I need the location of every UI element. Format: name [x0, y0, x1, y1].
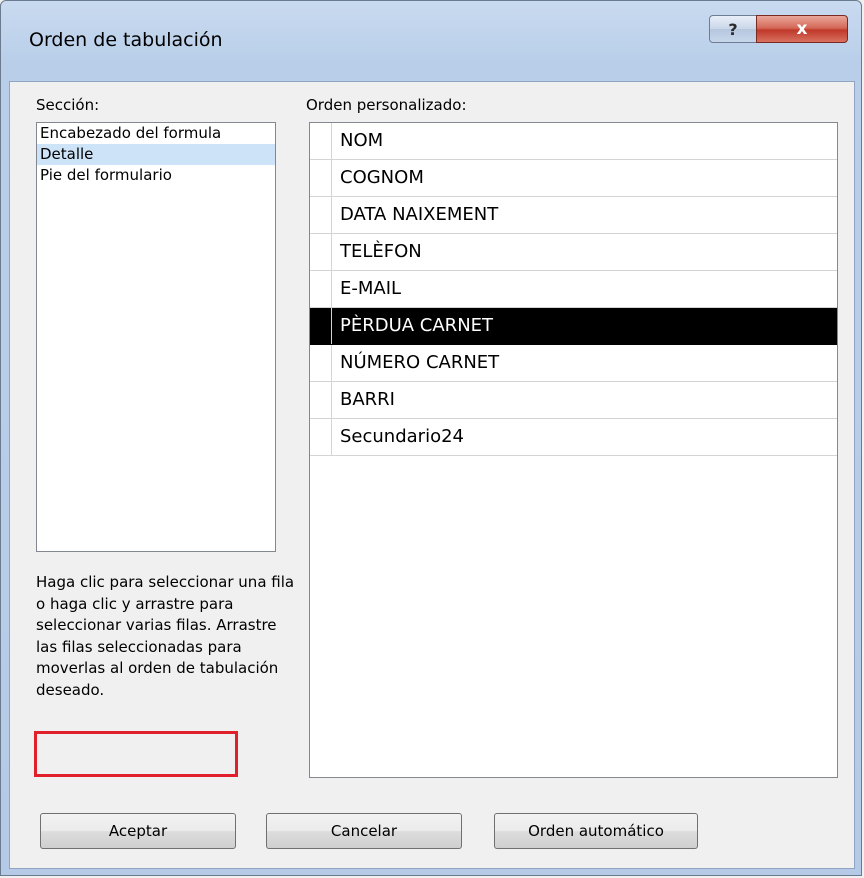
accept-highlight-box	[34, 731, 238, 777]
accept-button[interactable]: Aceptar	[40, 813, 236, 849]
row-selector[interactable]	[310, 197, 332, 233]
help-button[interactable]: ?	[709, 15, 757, 43]
custom-order-label: Orden personalizado:	[306, 96, 467, 114]
order-row-label: NOM	[340, 130, 384, 151]
order-row-label: COGNOM	[340, 167, 424, 188]
order-row-label: TELÈFON	[340, 241, 422, 262]
cancel-button[interactable]: Cancelar	[266, 813, 462, 849]
order-row[interactable]: E-MAIL	[310, 271, 837, 308]
row-selector[interactable]	[310, 234, 332, 270]
order-row-label: E-MAIL	[340, 278, 402, 299]
section-item[interactable]: Pie del formulario	[37, 165, 275, 186]
help-text: Haga clic para seleccionar una fila o ha…	[36, 573, 295, 699]
order-row[interactable]: TELÈFON	[310, 234, 837, 271]
row-selector[interactable]	[310, 345, 332, 381]
order-row[interactable]: Secundario24	[310, 419, 837, 456]
section-item[interactable]: Encabezado del formula	[37, 123, 275, 144]
row-selector[interactable]	[310, 123, 332, 159]
row-selector[interactable]	[310, 382, 332, 418]
row-selector[interactable]	[310, 419, 332, 455]
auto-order-button[interactable]: Orden automático	[494, 813, 698, 849]
dialog-title: Orden de tabulación	[29, 29, 223, 51]
title-bar[interactable]: Orden de tabulación ? x	[1, 1, 861, 81]
order-row[interactable]: PÈRDUA CARNET	[310, 308, 837, 345]
section-item[interactable]: Detalle	[37, 144, 275, 165]
order-row[interactable]: COGNOM	[310, 160, 837, 197]
close-button[interactable]: x	[756, 15, 848, 43]
close-icon: x	[796, 19, 808, 39]
row-selector[interactable]	[310, 308, 332, 344]
section-label: Sección:	[36, 96, 100, 114]
order-row[interactable]: BARRI	[310, 382, 837, 419]
section-listbox[interactable]: Encabezado del formula Detalle Pie del for…	[36, 122, 276, 552]
order-row-label: NÚMERO CARNET	[340, 352, 500, 373]
order-row[interactable]: DATA NAIXEMENT	[310, 197, 837, 234]
order-row-label: PÈRDUA CARNET	[332, 308, 837, 344]
order-row-label: BARRI	[340, 389, 395, 410]
row-selector[interactable]	[310, 160, 332, 196]
help-icon: ?	[728, 19, 738, 39]
custom-order-grid[interactable]: NOM COGNOM DATA NAIXEMENT TELÈFON E-MAIL PÈRD…	[309, 122, 838, 778]
order-row-label: DATA NAIXEMENT	[340, 204, 499, 225]
order-row-label: Secundario24	[340, 426, 464, 447]
row-selector[interactable]	[310, 271, 332, 307]
order-row[interactable]: NOM	[310, 123, 837, 160]
tab-order-dialog: Orden de tabulación ? x Sección: Encabez…	[0, 0, 862, 876]
order-row[interactable]: NÚMERO CARNET	[310, 345, 837, 382]
